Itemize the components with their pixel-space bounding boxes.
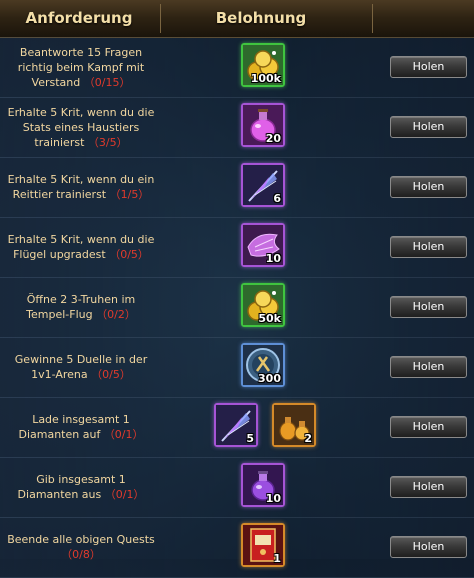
quest-progress: （0/1） — [104, 488, 145, 501]
feather-icon[interactable]: 5 — [214, 403, 258, 447]
claim-button[interactable]: Holen — [390, 56, 467, 78]
claim-button[interactable]: Holen — [390, 296, 467, 318]
feather-icon[interactable]: 6 — [241, 163, 285, 207]
column-header-requirement: Anforderung — [25, 9, 133, 27]
gold-coins-icon[interactable]: 50k — [241, 283, 285, 327]
quest-row: Gib insgesamt 1 Diamanten aus （0/1） 10 Hol… — [0, 457, 474, 518]
reward-quantity: 6 — [273, 192, 281, 205]
claim-button[interactable]: Holen — [390, 416, 467, 438]
header-divider — [372, 4, 373, 33]
quest-requirement: Gewinne 5 Duelle in der 1v1-Arena （0/5） — [6, 337, 156, 397]
quest-row: Beende alle obigen Quests （0/8） 1 Holen — [0, 517, 474, 578]
quest-progress: （0/5） — [109, 248, 149, 261]
claim-button[interactable]: Holen — [390, 236, 467, 258]
quest-requirement-text: Erhalte 5 Krit, wenn du die Stats eines … — [7, 105, 155, 149]
quest-progress: （0/15） — [83, 75, 131, 89]
arena-medal-icon[interactable]: 300 — [241, 343, 285, 387]
quest-row: Erhalte 5 Krit, wenn du die Flügel upgra… — [0, 217, 474, 278]
pink-potion-icon[interactable]: 20 — [241, 103, 285, 147]
quest-progress: （0/8） — [61, 548, 101, 561]
wing-crystal-icon[interactable]: 10 — [241, 223, 285, 267]
claim-button[interactable]: Holen — [390, 536, 467, 558]
quest-requirement-text: Beende alle obigen Quests — [7, 533, 155, 546]
reward-quantity: 10 — [265, 492, 281, 505]
quest-requirement: Gib insgesamt 1 Diamanten aus （0/1） — [6, 457, 156, 517]
quest-requirement: Öffne 2 3-Truhen im Tempel-Flug （0/2） — [6, 277, 156, 337]
quest-row: Lade insgesamt 1 Diamanten auf （0/1） 5 2 Ho… — [0, 397, 474, 458]
reward-quantity: 100k — [250, 72, 281, 85]
quest-progress: （0/5） — [91, 368, 131, 381]
reward-quantity: 10 — [265, 252, 281, 265]
quest-progress: （3/5） — [87, 135, 128, 149]
quest-row: Gewinne 5 Duelle in der 1v1-Arena （0/5） 3… — [0, 337, 474, 398]
quest-requirement: Erhalte 5 Krit, wenn du die Flügel upgra… — [6, 217, 156, 277]
purple-potion-icon[interactable]: 10 — [241, 463, 285, 507]
claim-button[interactable]: Holen — [390, 176, 467, 198]
gold-potion-icon[interactable]: 2 — [272, 403, 316, 447]
quest-row: Öffne 2 3-Truhen im Tempel-Flug （0/2） 50k… — [0, 277, 474, 338]
red-book-icon[interactable]: 1 — [241, 523, 285, 567]
reward-quantity: 50k — [258, 312, 281, 325]
quest-row: Erhalte 5 Krit, wenn du ein Reittier tra… — [0, 157, 474, 218]
quest-requirement: Erhalte 5 Krit, wenn du ein Reittier tra… — [6, 157, 156, 217]
claim-button[interactable]: Holen — [390, 356, 467, 378]
quest-row: Erhalte 5 Krit, wenn du die Stats eines … — [0, 97, 474, 158]
quest-requirement: Beantworte 15 Fragen richtig beim Kampf … — [6, 37, 156, 97]
quest-requirement: Lade insgesamt 1 Diamanten auf （0/1） — [6, 397, 156, 457]
quest-progress: （1/5） — [109, 188, 150, 201]
quest-requirement: Erhalte 5 Krit, wenn du die Stats eines … — [6, 97, 156, 157]
header-divider — [160, 4, 161, 33]
column-header-reward: Belohnung — [215, 9, 307, 27]
gold-coins-icon[interactable]: 100k — [241, 43, 285, 87]
reward-quantity: 20 — [265, 132, 281, 145]
reward-quantity: 300 — [258, 372, 281, 385]
quest-row: Beantworte 15 Fragen richtig beim Kampf … — [0, 37, 474, 98]
reward-quantity: 5 — [246, 432, 254, 445]
quest-progress: （0/1） — [103, 428, 144, 441]
claim-button[interactable]: Holen — [390, 476, 467, 498]
reward-quantity: 2 — [304, 432, 312, 445]
table-header: Anforderung Belohnung — [0, 0, 474, 38]
quest-progress: （0/2） — [96, 308, 136, 321]
quest-requirement: Beende alle obigen Quests （0/8） — [6, 517, 156, 577]
claim-button[interactable]: Holen — [390, 116, 467, 138]
